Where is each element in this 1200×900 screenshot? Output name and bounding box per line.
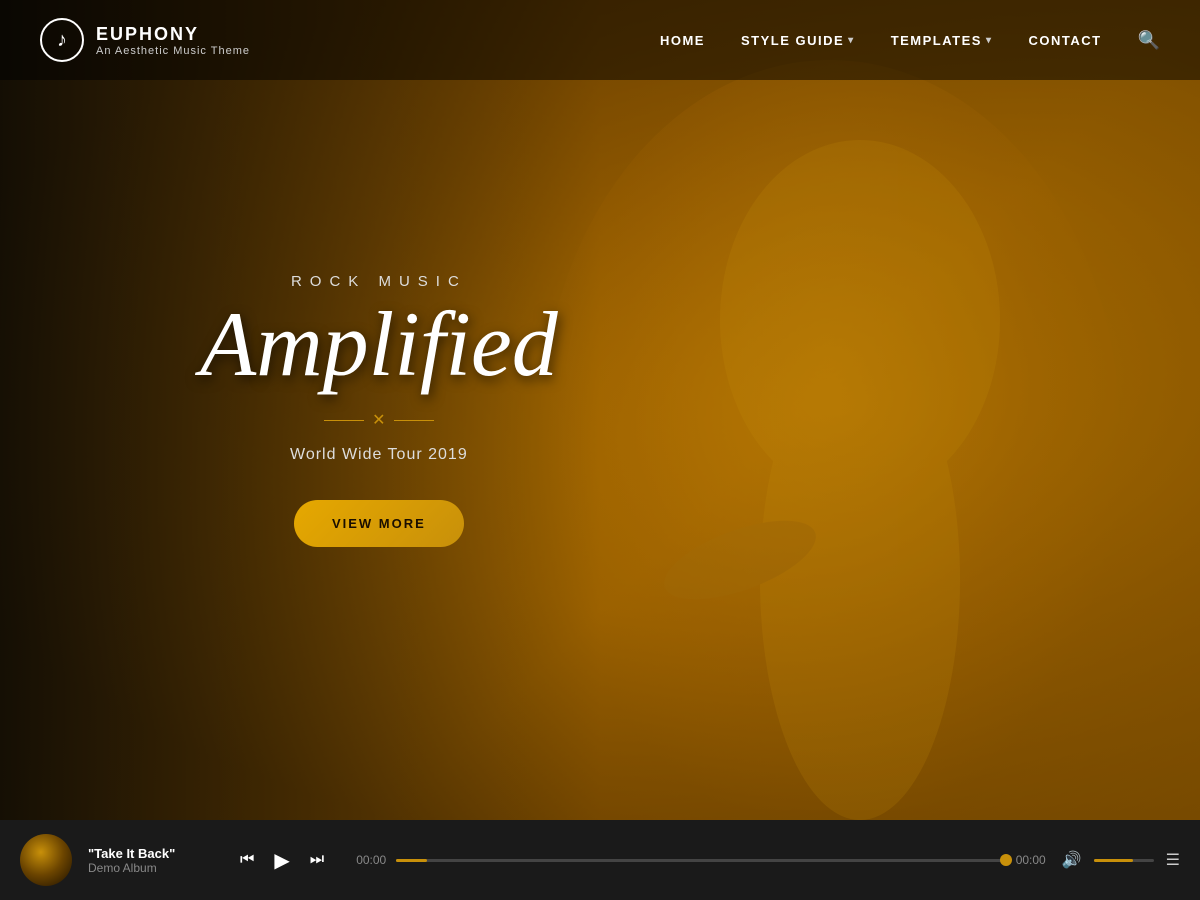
next-button[interactable]: ⏭: [310, 851, 324, 869]
volume-icon[interactable]: 🔊: [1062, 850, 1082, 870]
hero-section: ROCK MUSIC Amplified ✕ World Wide Tour 2…: [0, 0, 1200, 820]
volume-fill: [1094, 859, 1133, 862]
nav-item-templates[interactable]: TEMPLATES ▾: [891, 33, 993, 48]
nav-item-contact[interactable]: CONTACT: [1028, 33, 1101, 48]
player-time-total: 00:00: [1016, 853, 1046, 867]
hero-subtitle: ROCK MUSIC: [200, 273, 558, 290]
view-more-button[interactable]: VIEW MORE: [294, 500, 464, 547]
divider-symbol: ✕: [372, 410, 385, 430]
play-button[interactable]: ▶: [274, 848, 289, 873]
hero-tour-text: World Wide Tour 2019: [200, 446, 558, 464]
brand-name: EUPHONY: [96, 24, 250, 45]
nav-item-home[interactable]: HOME: [660, 33, 705, 48]
prev-button[interactable]: ⏮: [240, 851, 254, 869]
player-song-title: "Take It Back": [88, 846, 208, 861]
player-controls: ⏮ ▶ ⏭: [240, 848, 324, 873]
progress-fill: [396, 859, 426, 862]
player-progress-area: 00:00 00:00: [356, 853, 1046, 867]
search-icon[interactable]: 🔍: [1138, 30, 1160, 51]
brand-tagline: An Aesthetic Music Theme: [96, 45, 250, 57]
logo-text: EUPHONY An Aesthetic Music Theme: [96, 24, 250, 57]
player-bar: "Take It Back" Demo Album ⏮ ▶ ⏭ 00:00 00…: [0, 820, 1200, 900]
player-right-controls: 🔊 ☰: [1062, 850, 1180, 870]
chevron-down-icon: ▾: [848, 35, 855, 46]
player-time-current: 00:00: [356, 853, 386, 867]
logo-icon: ♪: [40, 18, 84, 62]
playlist-icon[interactable]: ☰: [1166, 850, 1180, 870]
volume-track[interactable]: [1094, 859, 1154, 862]
nav-item-style-guide[interactable]: STYLE GUIDE ▾: [741, 33, 855, 48]
hero-content: ROCK MUSIC Amplified ✕ World Wide Tour 2…: [200, 273, 558, 547]
progress-dot: [1000, 854, 1012, 866]
player-album-name: Demo Album: [88, 861, 208, 875]
progress-track[interactable]: [396, 859, 1005, 862]
player-album-art: [20, 834, 72, 886]
chevron-down-icon: ▾: [986, 35, 993, 46]
logo[interactable]: ♪ EUPHONY An Aesthetic Music Theme: [40, 18, 250, 62]
hero-divider: ✕: [200, 410, 558, 430]
main-nav: HOME STYLE GUIDE ▾ TEMPLATES ▾ CONTACT 🔍: [660, 30, 1160, 51]
guitarist-silhouette: [540, 0, 1140, 820]
site-header: ♪ EUPHONY An Aesthetic Music Theme HOME …: [0, 0, 1200, 80]
hero-title: Amplified: [200, 298, 558, 390]
player-info: "Take It Back" Demo Album: [88, 846, 208, 875]
